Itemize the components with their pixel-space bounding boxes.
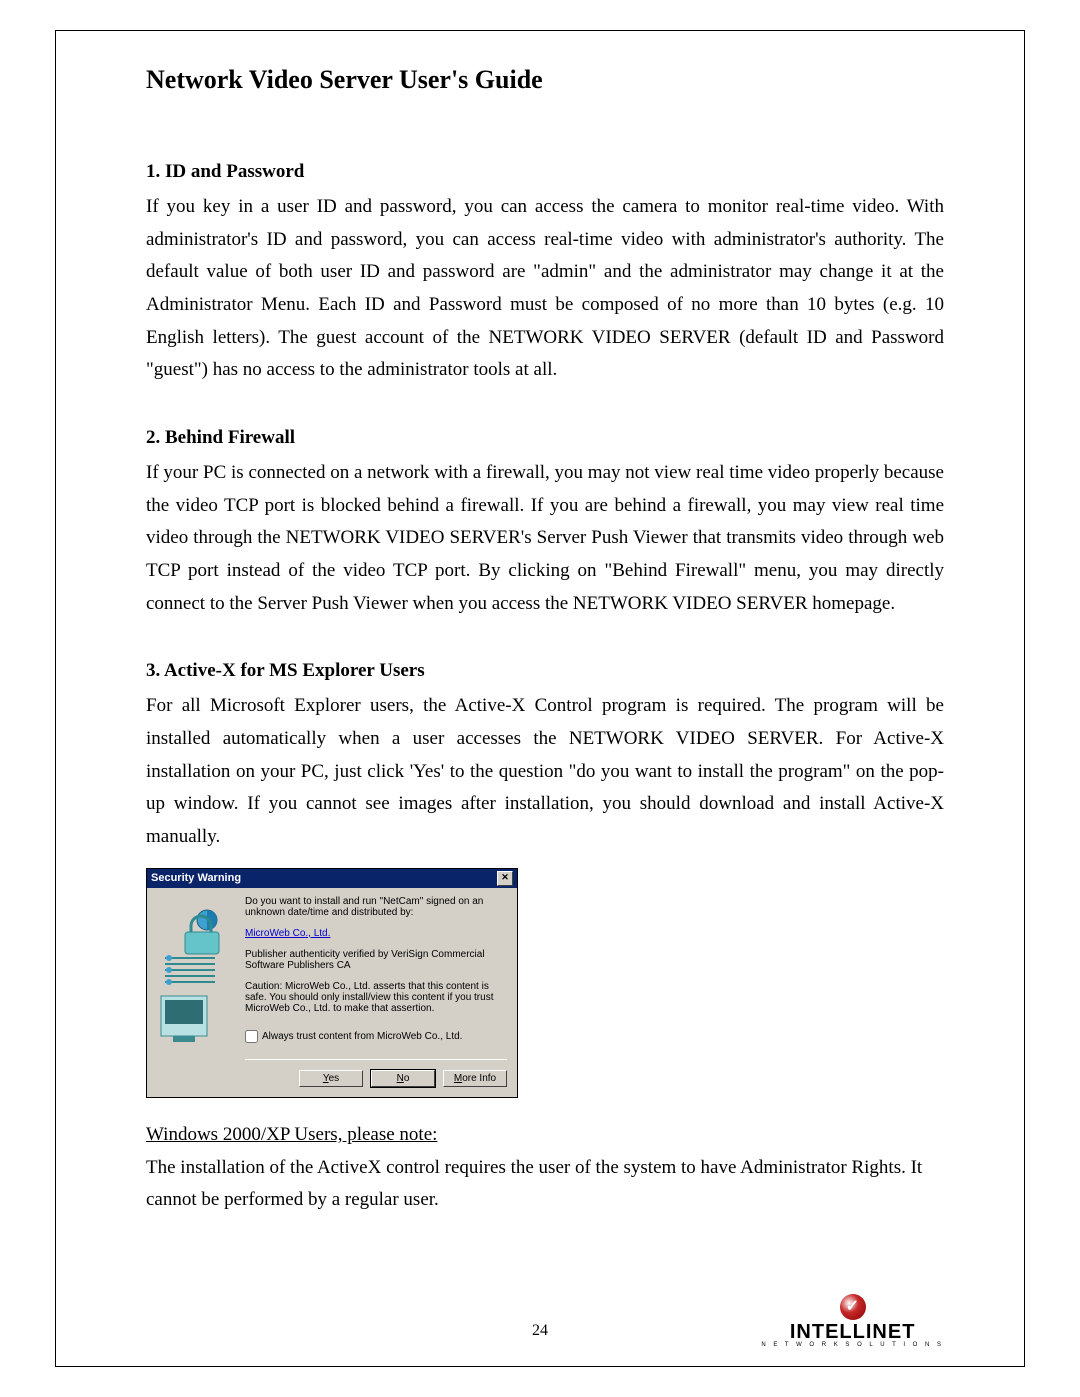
dialog-caution: Caution: MicroWeb Co., Ltd. asserts that… [245,981,507,1014]
certificate-icon [155,896,235,1066]
brand-sub: N E T W O R K S O L U T I O N S [761,1342,944,1348]
yes-button[interactable]: Yes [299,1070,363,1087]
trust-checkbox-row[interactable]: Always trust content from MicroWeb Co., … [245,1030,507,1043]
more-info-button[interactable]: More Info [443,1070,507,1087]
security-warning-dialog: Security Warning ✕ [146,868,518,1098]
dialog-content: Do you want to install and run "NetCam" … [245,896,507,1087]
no-button[interactable]: No [371,1070,435,1087]
section-heading-activex: 3. Active-X for MS Explorer Users [146,660,944,682]
brand-logo: INTELLINET N E T W O R K S O L U T I O N… [761,1294,944,1348]
section-heading-firewall: 2. Behind Firewall [146,427,944,449]
close-icon[interactable]: ✕ [497,871,513,886]
dialog-titlebar: Security Warning ✕ [147,869,517,888]
trust-checkbox[interactable] [245,1030,258,1043]
dialog-title-text: Security Warning [151,872,241,884]
yes-label-rest: es [329,1073,340,1084]
section-body-id-password: If you key in a user ID and password, yo… [146,191,944,387]
dialog-button-row: Yes No More Info [245,1059,507,1087]
trust-label: Always trust content from MicroWeb Co., … [262,1031,462,1042]
section-body-firewall: If your PC is connected on a network wit… [146,457,944,620]
document-title: Network Video Server User's Guide [146,65,944,95]
dialog-verify: Publisher authenticity verified by VeriS… [245,949,507,971]
document-page: Network Video Server User's Guide 1. ID … [0,0,1080,1397]
section-heading-id-password: 1. ID and Password [146,161,944,183]
dialog-question: Do you want to install and run "NetCam" … [245,896,507,918]
brand-name: INTELLINET [761,1322,944,1342]
page-frame: Network Video Server User's Guide 1. ID … [55,30,1025,1367]
brand-check-icon [840,1294,866,1320]
note-heading: Windows 2000/XP Users, please note: [146,1124,944,1146]
note-body: The installation of the ActiveX control … [146,1152,944,1217]
publisher-link[interactable]: MicroWeb Co., Ltd. [245,928,507,939]
dialog-body: Do you want to install and run "NetCam" … [147,888,517,1097]
section-body-activex: For all Microsoft Explorer users, the Ac… [146,690,944,853]
